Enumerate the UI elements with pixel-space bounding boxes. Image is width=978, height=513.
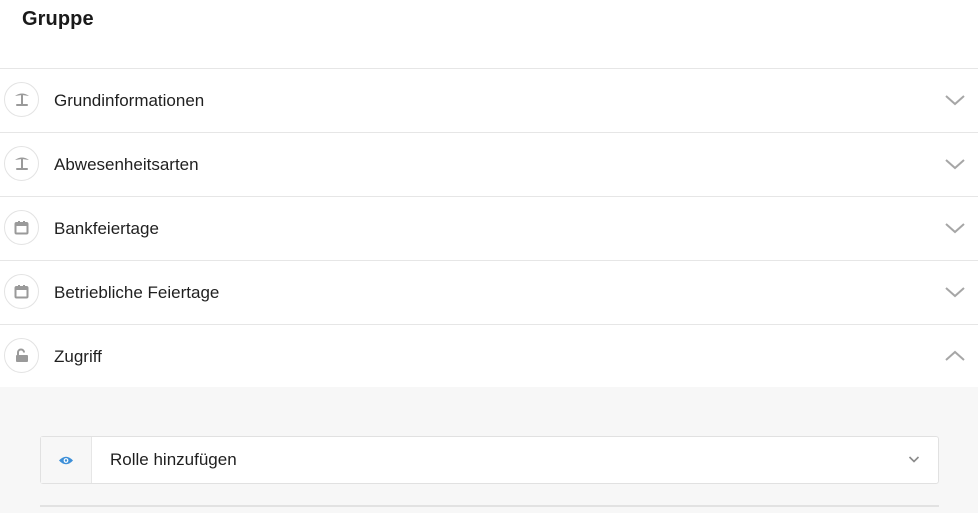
palm-tree-icon [4,82,39,117]
accordion-item-label: Grundinformationen [54,91,205,110]
chevron-down-icon[interactable] [944,155,966,173]
accordion-item-label: Betriebliche Feiertage [54,283,220,302]
chevron-down-icon [908,456,920,463]
accordion-item-zugriff[interactable]: Zugriff [0,324,978,389]
eye-icon [41,437,92,483]
add-role-label: Rolle hinzufügen [110,450,237,469]
calendar-icon [4,210,39,245]
divider [40,505,939,507]
chevron-down-icon[interactable] [944,219,966,237]
settings-accordion: Grundinformationen Abwesenheitsarten Ban… [0,68,978,389]
unlock-icon [4,338,39,373]
accordion-item-abwesenheitsarten[interactable]: Abwesenheitsarten [0,132,978,196]
chevron-down-icon[interactable] [944,91,966,109]
accordion-item-grundinformationen[interactable]: Grundinformationen [0,68,978,132]
chevron-up-icon[interactable] [944,347,966,365]
palm-tree-icon [4,146,39,181]
calendar-icon [4,274,39,309]
page-title: Gruppe [22,8,94,30]
accordion-item-betriebliche-feiertage[interactable]: Betriebliche Feiertage [0,260,978,324]
access-panel: Rolle hinzufügen [0,387,978,513]
chevron-down-icon[interactable] [944,283,966,301]
add-role-select[interactable]: Rolle hinzufügen [40,436,939,484]
group-settings-page: Gruppe Grundinformationen Abwesenheitsar… [0,0,978,513]
accordion-item-bankfeiertage[interactable]: Bankfeiertage [0,196,978,260]
accordion-item-label: Abwesenheitsarten [54,155,199,174]
accordion-item-label: Zugriff [54,347,102,366]
accordion-item-label: Bankfeiertage [54,219,159,238]
